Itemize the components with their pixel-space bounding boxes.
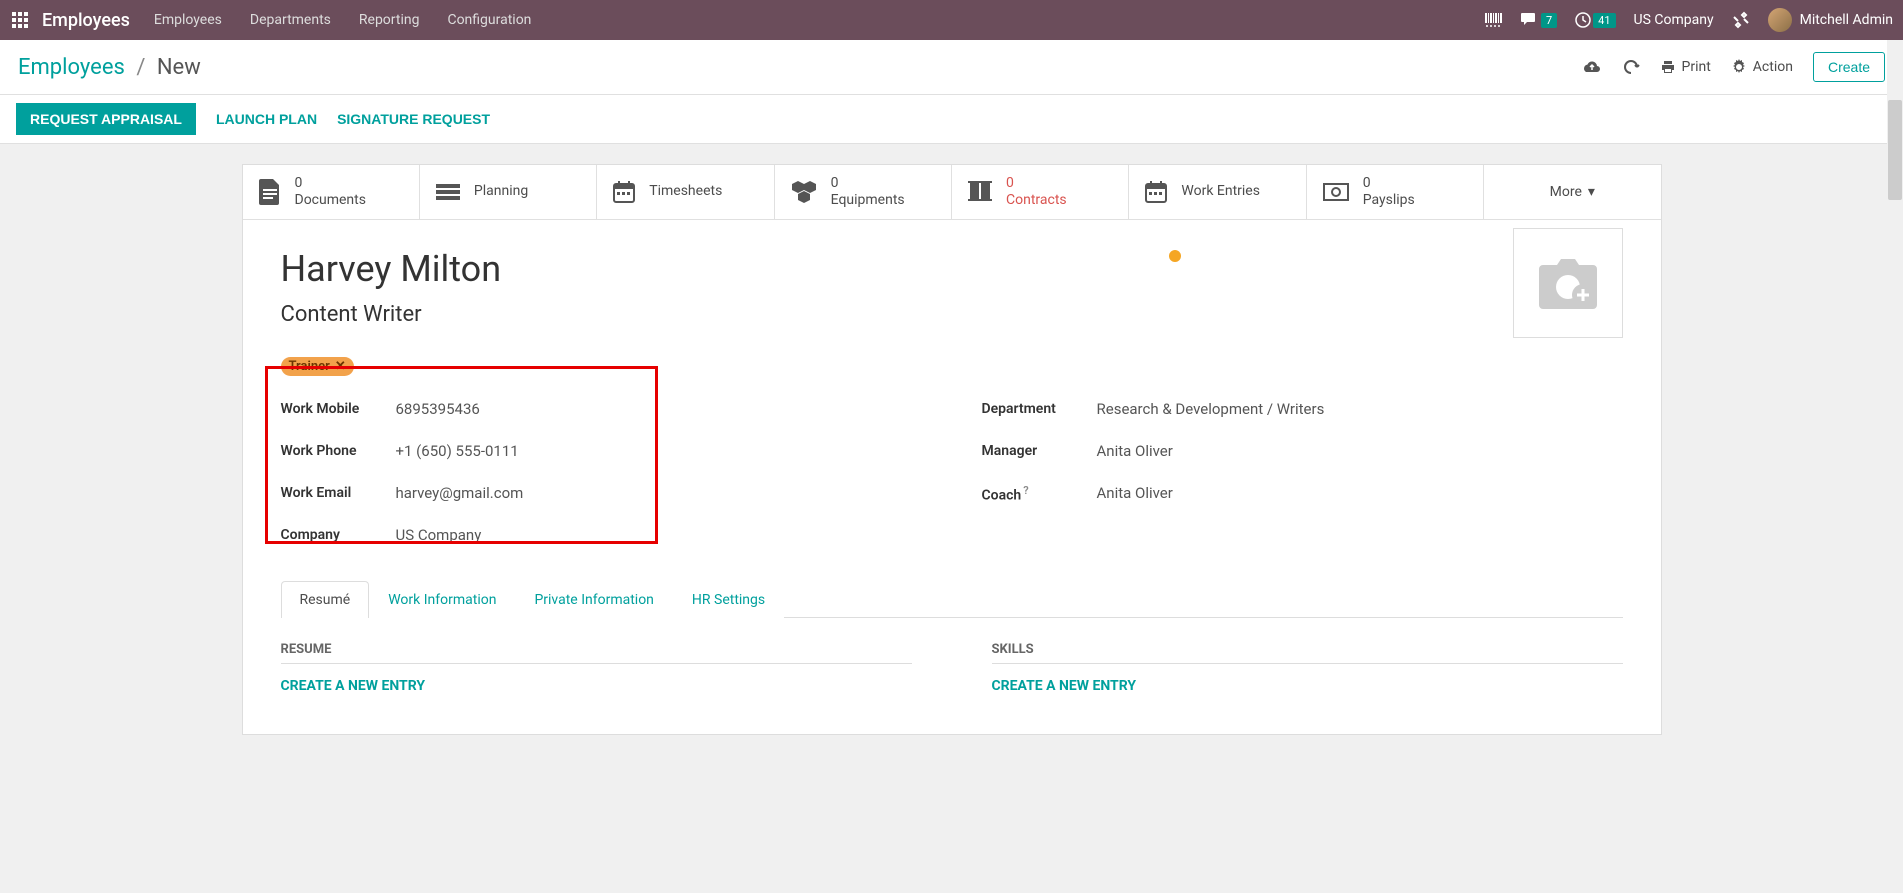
messages-badge: 7: [1541, 13, 1557, 28]
tab-resume[interactable]: Resumé: [281, 581, 370, 618]
stat-work-entries[interactable]: Work Entries: [1129, 165, 1306, 219]
tab-work-information[interactable]: Work Information: [369, 581, 515, 618]
boxes-icon: [791, 181, 817, 203]
work-email-value[interactable]: harvey@gmail.com: [396, 484, 524, 502]
scrollbar-thumb[interactable]: [1888, 100, 1902, 200]
company-selector[interactable]: US Company: [1634, 12, 1714, 28]
barcode-icon[interactable]: [1485, 13, 1503, 27]
tab-private-information[interactable]: Private Information: [515, 581, 672, 618]
skills-section-title: SKILLS: [992, 642, 1623, 664]
employee-job-title[interactable]: Content Writer: [281, 302, 1623, 327]
apps-icon[interactable]: [10, 10, 30, 30]
document-icon: [259, 179, 281, 205]
action-button[interactable]: Action: [1731, 59, 1793, 75]
messages-icon[interactable]: 7: [1521, 12, 1557, 28]
print-button[interactable]: Print: [1660, 59, 1711, 75]
help-icon[interactable]: ?: [1023, 484, 1028, 497]
debug-icon[interactable]: [1732, 11, 1750, 29]
work-phone-value[interactable]: +1 (650) 555-0111: [396, 442, 519, 460]
caret-down-icon: ▾: [1588, 184, 1595, 200]
stat-more[interactable]: More ▾: [1484, 165, 1660, 219]
tab-hr-settings[interactable]: HR Settings: [673, 581, 784, 618]
tag-trainer[interactable]: Trainer ✕: [281, 357, 354, 376]
presence-dot: [1169, 250, 1181, 262]
user-menu[interactable]: Mitchell Admin: [1768, 8, 1893, 32]
statusbar: REQUEST APPRAISAL LAUNCH PLAN SIGNATURE …: [0, 95, 1903, 144]
launch-plan-button[interactable]: LAUNCH PLAN: [216, 111, 317, 127]
coach-label: Coach?: [982, 484, 1097, 504]
signature-request-button[interactable]: SIGNATURE REQUEST: [337, 111, 490, 127]
work-mobile-value[interactable]: 6895395436: [396, 400, 480, 418]
stat-buttons: 0Documents Planning Timesheets 0Equipmen…: [243, 165, 1661, 220]
create-skills-entry[interactable]: CREATE A NEW ENTRY: [992, 678, 1623, 694]
department-label: Department: [982, 401, 1097, 417]
stat-payslips[interactable]: 0Payslips: [1307, 165, 1484, 219]
stat-equipments[interactable]: 0Equipments: [775, 165, 952, 219]
tabs: Resumé Work Information Private Informat…: [281, 580, 1623, 618]
stat-contracts[interactable]: 0Contracts: [952, 165, 1129, 219]
avatar: [1768, 8, 1792, 32]
photo-upload[interactable]: [1513, 228, 1623, 338]
department-value[interactable]: Research & Development / Writers: [1097, 400, 1325, 418]
manager-value[interactable]: Anita Oliver: [1097, 442, 1173, 460]
calendar-icon: [613, 181, 635, 203]
top-navbar: Employees Employees Departments Reportin…: [0, 0, 1903, 40]
book-icon: [968, 181, 992, 203]
cloud-save-icon[interactable]: [1582, 59, 1602, 75]
tag-remove-icon[interactable]: ✕: [335, 359, 346, 374]
create-button[interactable]: Create: [1813, 52, 1885, 82]
breadcrumb-root[interactable]: Employees: [18, 55, 125, 80]
breadcrumb-current: New: [157, 55, 201, 80]
breadcrumb: Employees / New: [18, 55, 201, 80]
form-sheet: 0Documents Planning Timesheets 0Equipmen…: [242, 164, 1662, 735]
company-value[interactable]: US Company: [396, 526, 482, 544]
resume-section-title: RESUME: [281, 642, 912, 664]
work-mobile-label: Work Mobile: [281, 401, 396, 417]
activities-icon[interactable]: 41: [1575, 12, 1615, 28]
coach-value[interactable]: Anita Oliver: [1097, 484, 1173, 502]
request-appraisal-button[interactable]: REQUEST APPRAISAL: [16, 103, 196, 135]
scrollbar[interactable]: [1887, 40, 1903, 893]
app-brand[interactable]: Employees: [42, 10, 130, 31]
employee-name[interactable]: Harvey Milton: [281, 248, 1623, 290]
money-icon: [1323, 183, 1349, 201]
control-panel: Employees / New Print Action Create: [0, 40, 1903, 95]
discard-icon[interactable]: [1622, 58, 1640, 76]
stat-timesheets[interactable]: Timesheets: [597, 165, 774, 219]
stat-documents[interactable]: 0Documents: [243, 165, 420, 219]
work-phone-label: Work Phone: [281, 443, 396, 459]
work-email-label: Work Email: [281, 485, 396, 501]
activities-badge: 41: [1593, 13, 1615, 28]
planning-icon: [436, 182, 460, 202]
create-resume-entry[interactable]: CREATE A NEW ENTRY: [281, 678, 912, 694]
stat-planning[interactable]: Planning: [420, 165, 597, 219]
manager-label: Manager: [982, 443, 1097, 459]
company-label: Company: [281, 527, 396, 543]
nav-link-departments[interactable]: Departments: [250, 12, 331, 28]
calendar-icon: [1145, 181, 1167, 203]
nav-link-configuration[interactable]: Configuration: [447, 12, 531, 28]
nav-link-employees[interactable]: Employees: [154, 12, 222, 28]
nav-link-reporting[interactable]: Reporting: [359, 12, 420, 28]
